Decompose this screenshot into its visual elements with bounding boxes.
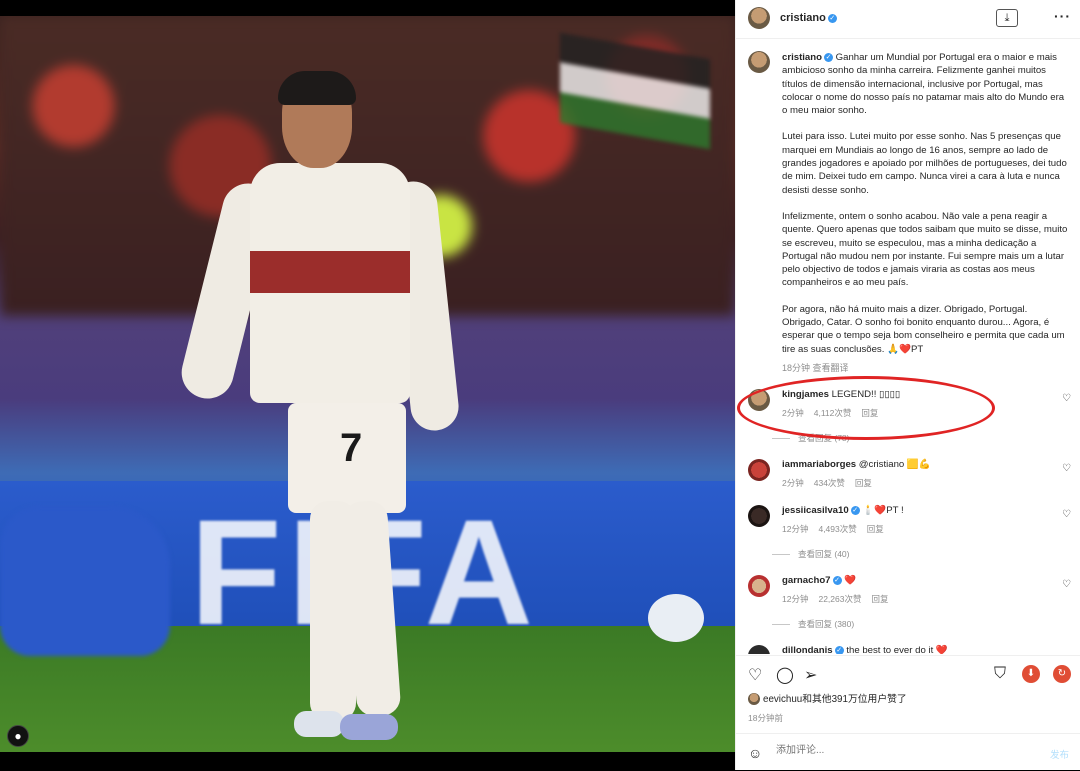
caption-meta[interactable]: 18分钟 查看翻译 bbox=[782, 361, 849, 374]
author-avatar[interactable] bbox=[748, 7, 770, 29]
comment-username[interactable]: jessiicasilva10 bbox=[782, 505, 849, 516]
comment-text: @cristiano 🟨💪 bbox=[858, 459, 931, 470]
comment-text: 🕯️❤️PT ! bbox=[862, 505, 904, 516]
share-icon[interactable]: ➢ bbox=[804, 665, 817, 685]
comment-reply-button[interactable]: 回复 bbox=[855, 478, 872, 488]
comment-reply-button[interactable]: 回复 bbox=[871, 594, 888, 604]
comment-input[interactable] bbox=[774, 744, 1018, 757]
caption-paragraph-2: Lutei para isso. Lutei muito por esse so… bbox=[782, 131, 1067, 196]
post-header: cristiano ✓ ⤓ ··· bbox=[736, 0, 1080, 39]
heart-icon[interactable]: ♡ bbox=[1062, 393, 1071, 404]
more-icon[interactable]: ··· bbox=[1054, 8, 1071, 24]
verified-icon: ✓ bbox=[832, 575, 842, 585]
caption-paragraph-4: Por agora, não há muito mais a dizer. Ob… bbox=[782, 303, 1065, 355]
comment-avatar[interactable] bbox=[748, 459, 770, 481]
post-comment-button[interactable]: 发布 bbox=[1050, 747, 1069, 761]
comment-time: 2分钟 bbox=[782, 478, 804, 488]
comment-reply-button[interactable]: 回复 bbox=[867, 524, 884, 534]
caption-username[interactable]: cristiano ✓ bbox=[782, 52, 833, 63]
post-time: 18分钟前 bbox=[748, 713, 783, 723]
comment-text: ❤️ bbox=[844, 575, 857, 586]
comment-likes[interactable]: 434次赞 bbox=[814, 478, 845, 488]
verified-icon: ✓ bbox=[827, 13, 837, 23]
comment-username[interactable]: iammariaborges bbox=[782, 459, 856, 470]
comment-likes[interactable]: 4,493次赞 bbox=[818, 524, 856, 534]
heart-icon[interactable]: ♡ bbox=[1062, 463, 1071, 474]
comment-time: 12分钟 bbox=[782, 594, 809, 604]
author-username[interactable]: cristiano ✓ bbox=[780, 12, 837, 24]
heart-icon[interactable]: ♡ bbox=[748, 665, 762, 685]
comment-likes[interactable]: 22,263次赞 bbox=[818, 594, 861, 604]
verified-icon: ✓ bbox=[850, 505, 860, 515]
comment-avatar[interactable] bbox=[748, 575, 770, 597]
heart-icon[interactable]: ♡ bbox=[1062, 509, 1071, 520]
caption-paragraph-1: cristiano ✓ Ganhar um Mundial por Portuga… bbox=[782, 52, 1065, 117]
photo-ball bbox=[648, 594, 704, 642]
extension-download-icon[interactable]: ⬇ bbox=[1022, 665, 1040, 683]
comment-time: 12分钟 bbox=[782, 524, 809, 534]
highlight-circle bbox=[737, 376, 995, 440]
comment-username[interactable]: garnacho7 bbox=[782, 575, 831, 586]
person-icon[interactable]: ● bbox=[7, 725, 29, 747]
bookmark-icon[interactable]: ⛉ bbox=[994, 665, 1006, 683]
caption-avatar[interactable] bbox=[748, 51, 770, 73]
extension-refresh-icon[interactable]: ↻ bbox=[1053, 665, 1071, 683]
action-bar: ♡ ◯ ➢ ⛉ ⬇ ↻ bbox=[736, 655, 1080, 690]
emoji-icon[interactable]: ☺ bbox=[748, 745, 762, 761]
add-comment-bar: ☺ 发布 bbox=[736, 733, 1080, 771]
comment-avatar[interactable] bbox=[748, 505, 770, 527]
comments-scroll-area[interactable]: cristiano ✓ Ganhar um Mundial por Portuga… bbox=[736, 39, 1080, 654]
comment-username[interactable]: dillondanis bbox=[782, 645, 833, 654]
comment-avatar[interactable] bbox=[748, 645, 770, 654]
likes-summary[interactable]: eevichuu和其他391万位用户赞了 bbox=[748, 691, 907, 706]
comment-text: the best to ever do it ❤️ bbox=[846, 645, 948, 654]
post-photo[interactable]: FIFA 7 bbox=[0, 16, 735, 752]
download-icon[interactable]: ⤓ bbox=[996, 9, 1018, 27]
heart-icon[interactable]: ♡ bbox=[1062, 579, 1071, 590]
liker-avatar bbox=[748, 693, 760, 706]
verified-icon: ✓ bbox=[834, 645, 844, 654]
verified-icon: ✓ bbox=[824, 52, 833, 62]
view-replies[interactable]: 查看回复 (380) bbox=[772, 618, 854, 630]
photo-player: 7 bbox=[176, 71, 461, 751]
caption-paragraph-3: Infelizmente, ontem o sonho acabou. Não … bbox=[782, 210, 1068, 289]
view-replies[interactable]: 查看回复 (40) bbox=[772, 548, 849, 560]
comment-icon[interactable]: ◯ bbox=[776, 665, 794, 685]
photo-keeper bbox=[0, 506, 170, 656]
